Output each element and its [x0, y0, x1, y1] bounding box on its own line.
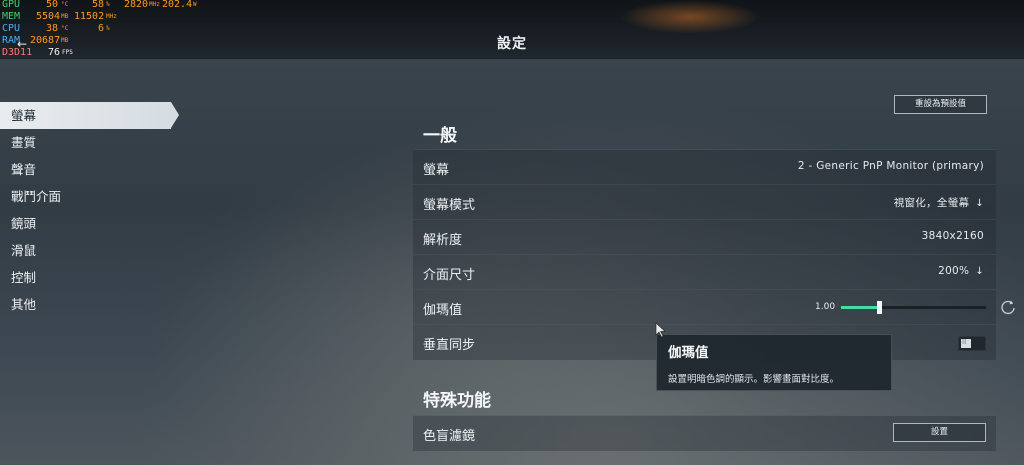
sidebar-item-label: 其他	[11, 297, 37, 312]
overlay-value: 202.4	[162, 0, 193, 10]
sidebar-item-battle-ui[interactable]: 戰鬥介面	[0, 183, 180, 210]
setting-row-ui-size: 介面尺寸 200% ↓	[413, 254, 996, 290]
sidebar-item-screen[interactable]: 螢幕	[0, 102, 179, 129]
overlay-unit: MHz	[149, 1, 160, 8]
toggle-off-glyph: II	[962, 338, 967, 346]
sidebar-item-label: 聲音	[11, 162, 37, 177]
sidebar-item-sound[interactable]: 聲音	[0, 156, 180, 183]
overlay-unit: MHz	[106, 13, 117, 20]
setting-label: 解析度	[423, 233, 463, 248]
sidebar-item-label: 滑鼠	[11, 243, 37, 258]
gamma-slider-fill	[841, 306, 879, 309]
ui-size-value: 200%	[938, 265, 970, 277]
setting-row-screen-mode: 螢幕模式 視窗化，全螢幕 ↓	[413, 184, 996, 220]
background-glow	[620, 0, 760, 34]
overlay-unit: °C	[61, 1, 69, 8]
gamma-value: 1.00	[815, 302, 836, 312]
setting-row-monitor: 螢幕 2 - Generic PnP Monitor (primary)	[413, 149, 996, 185]
setting-row-gamma: 伽瑪值 1.00	[413, 289, 996, 325]
overlay-unit: °C	[61, 25, 69, 32]
setting-label: 螢幕	[423, 163, 450, 178]
sidebar-item-label: 鏡頭	[11, 216, 37, 231]
section-title-general: 一般	[423, 126, 457, 146]
setting-label: 垂直同步	[423, 338, 476, 353]
sidebar-item-label: 控制	[11, 270, 37, 285]
sidebar-item-graphics[interactable]: 畫質	[0, 129, 180, 156]
arrow-down-icon: ↓	[975, 266, 984, 277]
page-title: 設定	[497, 36, 527, 52]
ui-size-dropdown[interactable]: 200% ↓	[938, 265, 984, 277]
setting-label: 螢幕模式	[423, 198, 476, 213]
sidebar-item-camera[interactable]: 鏡頭	[0, 210, 180, 237]
sidebar-item-label: 螢幕	[11, 108, 37, 123]
gamma-tooltip: 伽瑪值 設置明暗色調的顯示。影響畫面對比度。	[656, 334, 892, 391]
toggle-knob: II	[961, 338, 971, 348]
overlay-value: 11502	[74, 11, 105, 22]
sidebar-item-other[interactable]: 其他	[0, 291, 180, 318]
screen-mode-value: 視窗化，全螢幕	[893, 197, 970, 209]
overlay-unit: %	[106, 25, 110, 32]
tooltip-description: 設置明暗色調的顯示。影響畫面對比度。	[668, 374, 840, 385]
reset-gamma-icon[interactable]	[1000, 299, 1016, 315]
overlay-unit: W	[193, 1, 197, 8]
tooltip-title: 伽瑪值	[668, 345, 709, 361]
screen-mode-dropdown[interactable]: 視窗化，全螢幕 ↓	[894, 195, 984, 210]
arrow-down-icon: ↓	[975, 198, 984, 209]
overlay-label: GPU	[2, 0, 21, 10]
overlay-value: 6	[98, 23, 105, 34]
section-title-special: 特殊功能	[423, 391, 491, 411]
setting-label: 伽瑪值	[423, 303, 463, 318]
gamma-slider-handle[interactable]	[876, 301, 882, 314]
sidebar-item-label: 戰鬥介面	[11, 189, 62, 204]
reset-defaults-button[interactable]: 重設為預設值	[894, 95, 987, 114]
mouse-cursor-icon	[655, 322, 666, 338]
sidebar-item-mouse[interactable]: 滑鼠	[0, 237, 180, 264]
overlay-label: CPU	[2, 23, 21, 34]
overlay-value: 58	[92, 0, 105, 10]
back-arrow-icon[interactable]: ←	[17, 37, 27, 51]
overlay-value: 50	[46, 0, 59, 10]
setting-label: 色盲濾鏡	[423, 429, 476, 444]
resolution-value[interactable]: 3840x2160	[922, 230, 984, 242]
vsync-toggle[interactable]: II	[958, 336, 986, 351]
overlay-unit: MB	[61, 37, 69, 44]
overlay-unit: MB	[61, 13, 69, 20]
overlay-value: 20687	[30, 35, 61, 46]
colorblind-settings-button[interactable]: 設置	[893, 423, 986, 442]
setting-row-colorblind: 色盲濾鏡 設置	[413, 415, 996, 451]
overlay-value: 38	[46, 23, 59, 34]
overlay-unit: %	[106, 1, 110, 8]
monitor-value[interactable]: 2 - Generic PnP Monitor (primary)	[798, 160, 984, 172]
gamma-slider[interactable]	[841, 301, 986, 314]
sidebar: 螢幕 畫質 聲音 戰鬥介面 鏡頭 滑鼠 控制 其他	[0, 102, 180, 318]
sidebar-item-label: 畫質	[11, 135, 37, 150]
overlay-label: MEM	[2, 11, 21, 22]
sidebar-item-controls[interactable]: 控制	[0, 264, 180, 291]
overlay-value: 2820	[124, 0, 149, 10]
setting-row-resolution: 解析度 3840x2160	[413, 219, 996, 255]
overlay-value: 5504	[36, 11, 61, 22]
overlay-unit: FPS	[62, 49, 73, 56]
overlay-value: 76	[48, 47, 61, 58]
setting-label: 介面尺寸	[423, 268, 476, 283]
